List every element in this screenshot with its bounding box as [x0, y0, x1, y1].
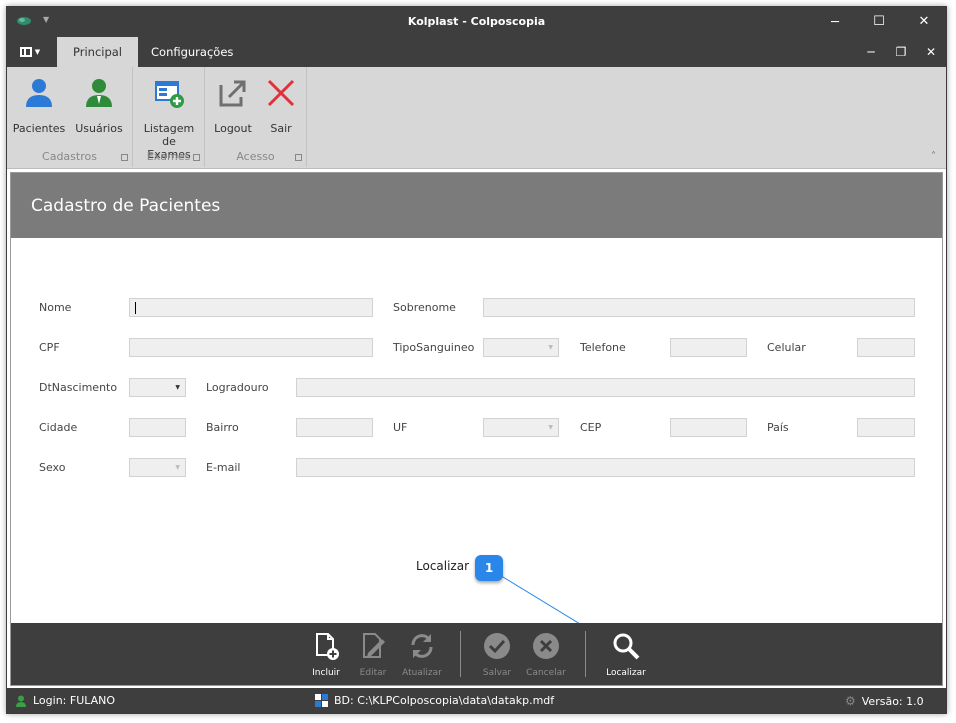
callout-connector [497, 573, 612, 645]
collapse-ribbon-icon[interactable]: ˄ [931, 151, 936, 162]
localizar-label: Localizar [606, 668, 646, 678]
refresh-icon [411, 634, 433, 658]
search-icon [613, 633, 640, 660]
pacientes-button[interactable]: Pacientes [11, 73, 67, 151]
app-window: ▼ Kolplast - Colposcopia ─ ▼ Principal C… [6, 6, 947, 714]
group-label-acesso: Acesso [236, 150, 275, 163]
mdi-restore-button[interactable]: ❐ [888, 43, 914, 61]
callout-label: Localizar [416, 559, 470, 573]
status-bar: Login: FULANO BD: C:\KLPColposcopia\data… [7, 688, 946, 713]
usuarios-label: Usuários [75, 122, 123, 135]
toolbar-separator [585, 631, 586, 677]
action-toolbar: Incluir Editar Atualizar Salvar Cancelar… [11, 623, 942, 685]
cancelar-button[interactable]: Cancelar [521, 629, 571, 681]
database-path-text: BD: C:\KLPColposcopia\data\datakp.mdf [334, 694, 555, 707]
login-text: Login: FULANO [33, 694, 116, 707]
edit-document-icon [363, 633, 385, 658]
version-text: Versão: 1.0 [861, 694, 924, 708]
check-circle-icon [484, 633, 510, 659]
editar-button[interactable]: Editar [348, 629, 398, 681]
sair-label: Sair [270, 122, 292, 135]
caret-down-icon: ▼ [34, 48, 41, 56]
group-acesso: Logout Sair Acesso [205, 67, 307, 167]
incluir-label: Incluir [312, 668, 340, 678]
list-add-icon [155, 81, 184, 108]
dialog-launcher-icon[interactable] [295, 154, 302, 161]
maximize-button[interactable]: ☐ [856, 6, 902, 36]
new-document-icon [316, 633, 339, 660]
usuarios-button[interactable]: Usuários [71, 73, 127, 151]
salvar-label: Salvar [482, 668, 512, 678]
toolbar-separator [460, 631, 461, 677]
title-bar: ▼ Kolplast - Colposcopia ─ [7, 7, 946, 37]
cancel-circle-icon [533, 633, 559, 659]
database-status: BD: C:\KLPColposcopia\data\datakp.mdf [315, 694, 554, 707]
atualizar-label: Atualizar [402, 668, 442, 678]
dialog-launcher-icon[interactable] [193, 154, 200, 161]
version-status: ⚙ Versão: 1.0 [845, 694, 924, 708]
sair-button[interactable]: Sair [253, 73, 309, 151]
database-icon [315, 694, 328, 707]
user-green-icon [16, 695, 26, 707]
logout-icon [219, 80, 246, 107]
mdi-close-button[interactable]: ✕ [918, 43, 944, 61]
exit-x-icon [267, 79, 295, 107]
incluir-button[interactable]: Incluir [301, 629, 351, 681]
tab-configuracoes[interactable]: Configurações [135, 37, 249, 67]
localizar-button[interactable]: Localizar [601, 629, 651, 681]
ribbon-tabs: ▼ Principal Configurações ─ ❐ ✕ [7, 37, 946, 67]
application-menu-button[interactable]: ▼ [13, 43, 47, 61]
atualizar-button[interactable]: Atualizar [397, 629, 447, 681]
window-title: Kolplast - Colposcopia [407, 15, 546, 28]
callout-number-badge: 1 [475, 555, 503, 581]
close-button[interactable]: ✕ [901, 6, 947, 36]
gear-icon: ⚙ [845, 694, 856, 708]
group-exames: Listagem de Exames Exames [133, 67, 205, 167]
mdi-minimize-button[interactable]: ─ [858, 43, 884, 61]
group-cadastros: Pacientes Usuários Cadastros [7, 67, 133, 167]
tab-principal[interactable]: Principal [57, 37, 139, 67]
user-blue-icon [26, 79, 52, 107]
editar-label: Editar [359, 668, 387, 678]
listagem-label-line1: Listagem [143, 122, 195, 135]
login-status: Login: FULANO [15, 694, 115, 707]
patient-form-panel: Cadastro de Pacientes Nome Sobrenome CPF… [10, 172, 943, 686]
minimize-button[interactable]: ─ [812, 7, 858, 37]
pacientes-label: Pacientes [12, 122, 66, 135]
group-label-cadastros: Cadastros [42, 150, 97, 163]
listagem-exames-button[interactable]: Listagem de Exames [141, 73, 197, 161]
salvar-button[interactable]: Salvar [472, 629, 522, 681]
menu-icon [19, 47, 32, 57]
ribbon: Pacientes Usuários Cadastros Listagem de… [7, 67, 946, 169]
user-green-icon [86, 79, 112, 107]
cancelar-label: Cancelar [526, 668, 566, 678]
dialog-launcher-icon[interactable] [121, 154, 128, 161]
